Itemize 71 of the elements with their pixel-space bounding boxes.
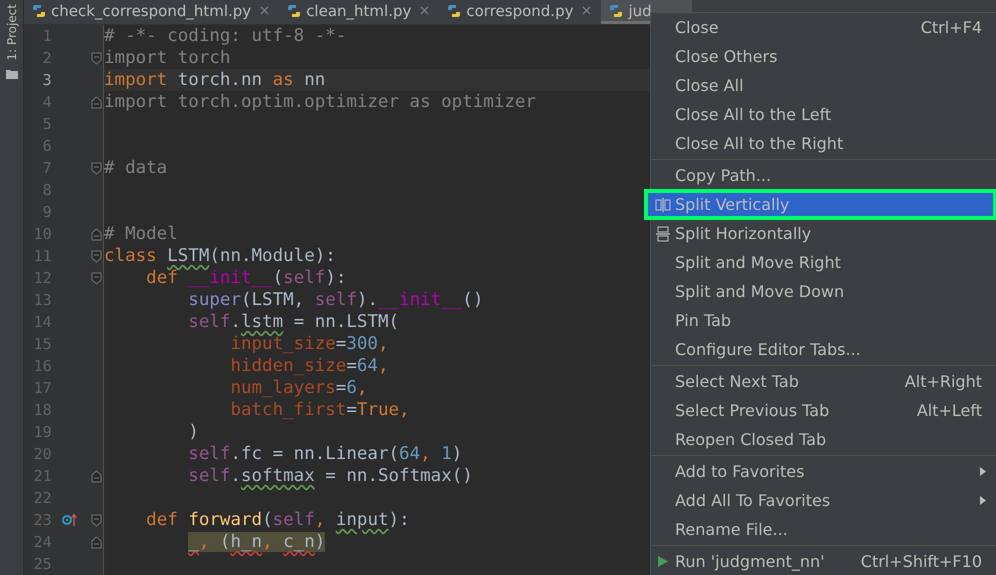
menu-item[interactable]: Close All to the Left	[651, 100, 996, 129]
code-line: num_layers=6,	[229, 378, 368, 398]
python-file-icon	[609, 4, 624, 18]
close-icon[interactable]	[582, 6, 592, 15]
fold-icon[interactable]	[90, 272, 102, 284]
menu-item[interactable]: Select Next Tab Alt+Right	[651, 367, 996, 396]
line-number: 3	[42, 71, 52, 89]
folder-icon	[6, 68, 18, 79]
menu-item[interactable]: Close All to the Right	[651, 129, 996, 158]
menu-item[interactable]: Run 'judgment_nn' Ctrl+Shift+F10	[651, 547, 996, 575]
code-line: def forward(self, input):	[145, 510, 410, 530]
close-icon[interactable]	[260, 6, 270, 15]
code-line: # -*- coding: utf-8 -*-	[104, 26, 346, 46]
tab-label: correspond.py	[466, 2, 574, 20]
fold-icon[interactable]	[90, 514, 102, 526]
code-line: # data	[104, 158, 168, 178]
code-line: self.fc = nn.Linear(64, 1)	[187, 444, 462, 464]
code-line: # Model	[104, 224, 178, 244]
code-line: super(LSTM, self).__init__()	[187, 290, 484, 310]
menu-item[interactable]: Close Others	[651, 42, 996, 71]
code-line: def __init__(self):	[145, 268, 346, 288]
split-horizontal-icon	[656, 226, 670, 242]
menu-item[interactable]: Add to Favorites	[651, 457, 996, 486]
menu-item[interactable]: Pin Tab	[651, 306, 996, 335]
menu-item[interactable]: Split Vertically	[645, 190, 996, 219]
menu-item[interactable]: Select Previous Tab Alt+Left	[651, 396, 996, 425]
fold-icon[interactable]	[90, 228, 102, 240]
shortcut-label: Alt+Right	[904, 372, 982, 391]
menu-item[interactable]: Configure Editor Tabs...	[651, 335, 996, 364]
run-icon	[657, 555, 669, 568]
split-vertical-icon	[655, 198, 671, 212]
python-file-icon	[287, 4, 302, 18]
fold-icon[interactable]	[90, 162, 102, 174]
tab-label: check_correspond_html.py	[51, 2, 252, 20]
code-line: self.lstm = nn.LSTM(	[187, 312, 400, 332]
menu-item[interactable]: Split and Move Right	[651, 248, 996, 277]
fold-icon[interactable]	[90, 250, 102, 262]
code-line: import torch	[104, 48, 230, 68]
menu-item[interactable]: Reopen Closed Tab	[651, 425, 996, 454]
shortcut-label: Ctrl+F4	[920, 18, 982, 37]
fold-icon[interactable]	[90, 536, 102, 548]
code-line: import torch.nn as nn	[104, 70, 326, 90]
menu-item[interactable]: Split Horizontally	[651, 219, 996, 248]
fold-icon[interactable]	[90, 52, 102, 64]
shortcut-label: Alt+Left	[916, 401, 982, 420]
code-line: hidden_size=64,	[229, 356, 389, 376]
menu-item[interactable]: Add All To Favorites	[651, 486, 996, 515]
code-line: class LSTM(nn.Module):	[104, 246, 336, 266]
editor-tab[interactable]: check_correspond_html.py	[24, 0, 280, 24]
tab-label: jud	[628, 2, 652, 20]
code-line: self.softmax = nn.Softmax()	[187, 466, 473, 486]
editor-tab[interactable]: clean_html.py	[279, 0, 440, 24]
project-panel-tab[interactable]: 1: Project	[4, 4, 18, 61]
menu-item[interactable]: Close All	[651, 71, 996, 100]
editor-tab[interactable]: correspond.py	[439, 0, 602, 24]
code-line: _, (h_n, c_n)	[187, 532, 326, 552]
menu-item[interactable]: Copy Path...	[651, 161, 996, 190]
shortcut-label: Ctrl+Shift+F10	[860, 552, 982, 571]
fold-icon[interactable]	[90, 96, 102, 108]
tab-label: clean_html.py	[306, 2, 412, 20]
fold-icon[interactable]	[90, 470, 102, 482]
python-file-icon	[32, 4, 46, 18]
code-line: import torch.optim.optimizer as optimizer	[104, 92, 536, 112]
code-line: input_size=300,	[229, 334, 388, 354]
close-icon[interactable]	[420, 6, 430, 15]
code-line: batch_first=True,	[229, 400, 410, 420]
override-marker-icon[interactable]	[62, 513, 78, 527]
menu-item[interactable]: Split and Move Down	[651, 277, 996, 306]
menu-item[interactable]: Rename File...	[651, 515, 996, 544]
python-file-icon	[447, 4, 462, 18]
code-line: )	[187, 422, 199, 442]
